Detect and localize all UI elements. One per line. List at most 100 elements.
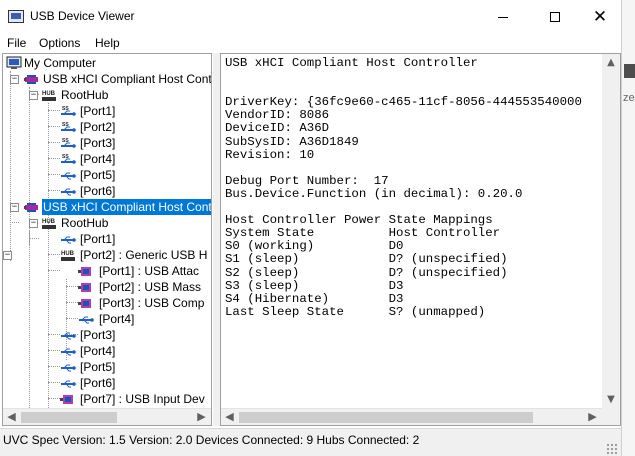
window-title: USB Device Viewer: [30, 9, 135, 23]
collapse-toggle-icon[interactable]: −: [29, 91, 38, 100]
tree-node-label: USB xHCI Compliant Host Contr: [43, 72, 211, 86]
tree-node[interactable]: [Port7] : USB Input Dev: [3, 391, 211, 407]
app-icon: [8, 10, 24, 23]
tree-horizontal-scrollbar[interactable]: ◀ ▶: [3, 408, 211, 425]
usb-port-icon: [60, 376, 76, 390]
scroll-down-icon[interactable]: ▼: [602, 391, 620, 408]
usb-controller-icon: [24, 72, 40, 86]
detail-line: [225, 162, 582, 175]
collapse-toggle-icon[interactable]: −: [3, 251, 12, 260]
menu-file[interactable]: File: [7, 36, 26, 50]
scrollbar-corner: [602, 408, 620, 425]
tree-node-label: USB xHCI Compliant Host Contr: [42, 199, 211, 215]
usb-device-icon: [78, 280, 94, 294]
tree-node[interactable]: − USB xHCI Compliant Host Contr: [3, 71, 211, 87]
tree-node[interactable]: [Port4]: [3, 311, 211, 327]
maximize-button[interactable]: [532, 0, 578, 34]
details-vertical-scrollbar[interactable]: ▲ ▼: [602, 54, 620, 408]
tree-node[interactable]: [Port5]: [3, 167, 211, 183]
detail-line: Last Sleep State S? (unmapped): [225, 304, 486, 319]
close-button[interactable]: ✕: [577, 0, 623, 34]
tree-node-label: [Port4]: [99, 312, 135, 326]
menu-options[interactable]: Options: [39, 36, 80, 50]
title-bar: USB Device Viewer ✕: [0, 0, 620, 34]
hub-icon: HUB: [60, 248, 76, 262]
detail-line: SubSysID: A36D1849: [225, 134, 359, 149]
tree-node-label: [Port2]: [80, 120, 116, 134]
maximize-icon: [550, 12, 560, 22]
scroll-right-icon[interactable]: ▶: [193, 409, 210, 425]
scroll-right-icon[interactable]: ▶: [584, 409, 601, 425]
tree-node-label: [Port7] : USB Input Dev: [80, 392, 205, 406]
tree-node[interactable]: − HUB RootHub: [3, 87, 211, 103]
usb-device-icon: [78, 296, 94, 310]
tree-node-label: [Port5]: [80, 360, 116, 374]
usb-port-icon: [78, 312, 94, 326]
collapse-toggle-icon[interactable]: −: [10, 75, 19, 84]
scroll-up-icon[interactable]: ▲: [602, 54, 620, 71]
usb-port-ss-icon: SS: [60, 136, 76, 150]
tree-node[interactable]: SS [Port3]: [3, 135, 211, 151]
status-bar: UVC Spec Version: 1.5 Version: 2.0 Devic…: [0, 428, 621, 456]
detail-line: Debug Port Number: 17: [225, 173, 389, 188]
tree-node[interactable]: SS [Port4]: [3, 151, 211, 167]
minimize-button[interactable]: [480, 0, 526, 34]
menu-help[interactable]: Help: [95, 36, 120, 50]
detail-line: S3 (sleep) D3: [225, 278, 404, 293]
tree-node[interactable]: − HUB RootHub: [3, 215, 211, 231]
device-tree-pane[interactable]: My Computer − USB xHCI Compliant Host Cont…: [2, 53, 212, 426]
collapse-toggle-icon[interactable]: −: [29, 219, 38, 228]
usb-port-icon: [60, 232, 76, 246]
tree-node-label: [Port3]: [80, 136, 116, 150]
background-window-text: ze: [623, 92, 635, 104]
tree-node-label: [Port3]: [80, 328, 116, 342]
scroll-left-icon[interactable]: ◀: [3, 409, 20, 425]
usb-port-ss-icon: SS: [60, 152, 76, 166]
tree-node[interactable]: − USB xHCI Compliant Host Contr: [3, 199, 211, 215]
tree-node[interactable]: [Port3] : USB Comp: [3, 295, 211, 311]
tree-node[interactable]: SS [Port1]: [3, 103, 211, 119]
detail-line: USB xHCI Compliant Host Controller: [225, 56, 478, 70]
usb-controller-icon: [24, 200, 40, 214]
tree-scroll-thumb[interactable]: [21, 412, 117, 423]
device-details-text: USB xHCI Compliant Host Controller Drive…: [225, 56, 582, 319]
usb-port-ss-icon: SS: [60, 104, 76, 118]
usb-port-icon: [60, 360, 76, 374]
tree-node-label: [Port2] : Generic USB H: [80, 248, 208, 262]
tree-node[interactable]: − HUB [Port2] : Generic USB H: [3, 247, 211, 263]
detail-line: S2 (sleep) D? (unspecified): [225, 265, 508, 280]
tree-node[interactable]: [Port2] : USB Mass: [3, 279, 211, 295]
svg-text:HUB: HUB: [61, 251, 75, 257]
usb-port-icon: [60, 184, 76, 198]
tree-node[interactable]: SS [Port2]: [3, 119, 211, 135]
computer-icon: [6, 56, 22, 70]
resize-grip-icon[interactable]: [606, 443, 618, 455]
collapse-toggle-icon[interactable]: −: [10, 203, 19, 212]
device-tree[interactable]: My Computer − USB xHCI Compliant Host Cont…: [3, 54, 211, 408]
tree-node[interactable]: [Port3]: [3, 327, 211, 343]
detail-line: S1 (sleep) D? (unspecified): [225, 252, 508, 267]
tree-node[interactable]: [Port1]: [3, 231, 211, 247]
tree-node-label: [Port6]: [80, 376, 116, 390]
tree-node[interactable]: [Port6]: [3, 375, 211, 391]
tree-node[interactable]: [Port5]: [3, 359, 211, 375]
tree-node-label: [Port1] : USB Attac: [99, 264, 200, 278]
details-scroll-thumb[interactable]: [239, 412, 533, 423]
pane-splitter[interactable]: [213, 53, 220, 426]
menu-bar: File Options Help: [0, 34, 620, 52]
tree-node[interactable]: My Computer: [3, 55, 211, 71]
svg-text:HUB: HUB: [42, 91, 56, 97]
tree-node[interactable]: [Port4]: [3, 343, 211, 359]
scroll-left-icon[interactable]: ◀: [221, 409, 238, 425]
device-details-pane[interactable]: USB xHCI Compliant Host Controller Drive…: [220, 53, 621, 426]
tree-node-label: [Port1]: [80, 104, 116, 118]
usb-device-icon: [60, 392, 76, 406]
detail-line: Revision: 10: [225, 147, 315, 162]
tree-node-label: [Port4]: [80, 344, 116, 358]
tree-node-label: My Computer: [24, 56, 97, 70]
tree-node-label: [Port5]: [80, 168, 116, 182]
details-horizontal-scrollbar[interactable]: ◀ ▶: [221, 408, 602, 425]
detail-line: [225, 70, 582, 83]
tree-node[interactable]: [Port1] : USB Attac: [3, 263, 211, 279]
tree-node[interactable]: [Port6]: [3, 183, 211, 199]
